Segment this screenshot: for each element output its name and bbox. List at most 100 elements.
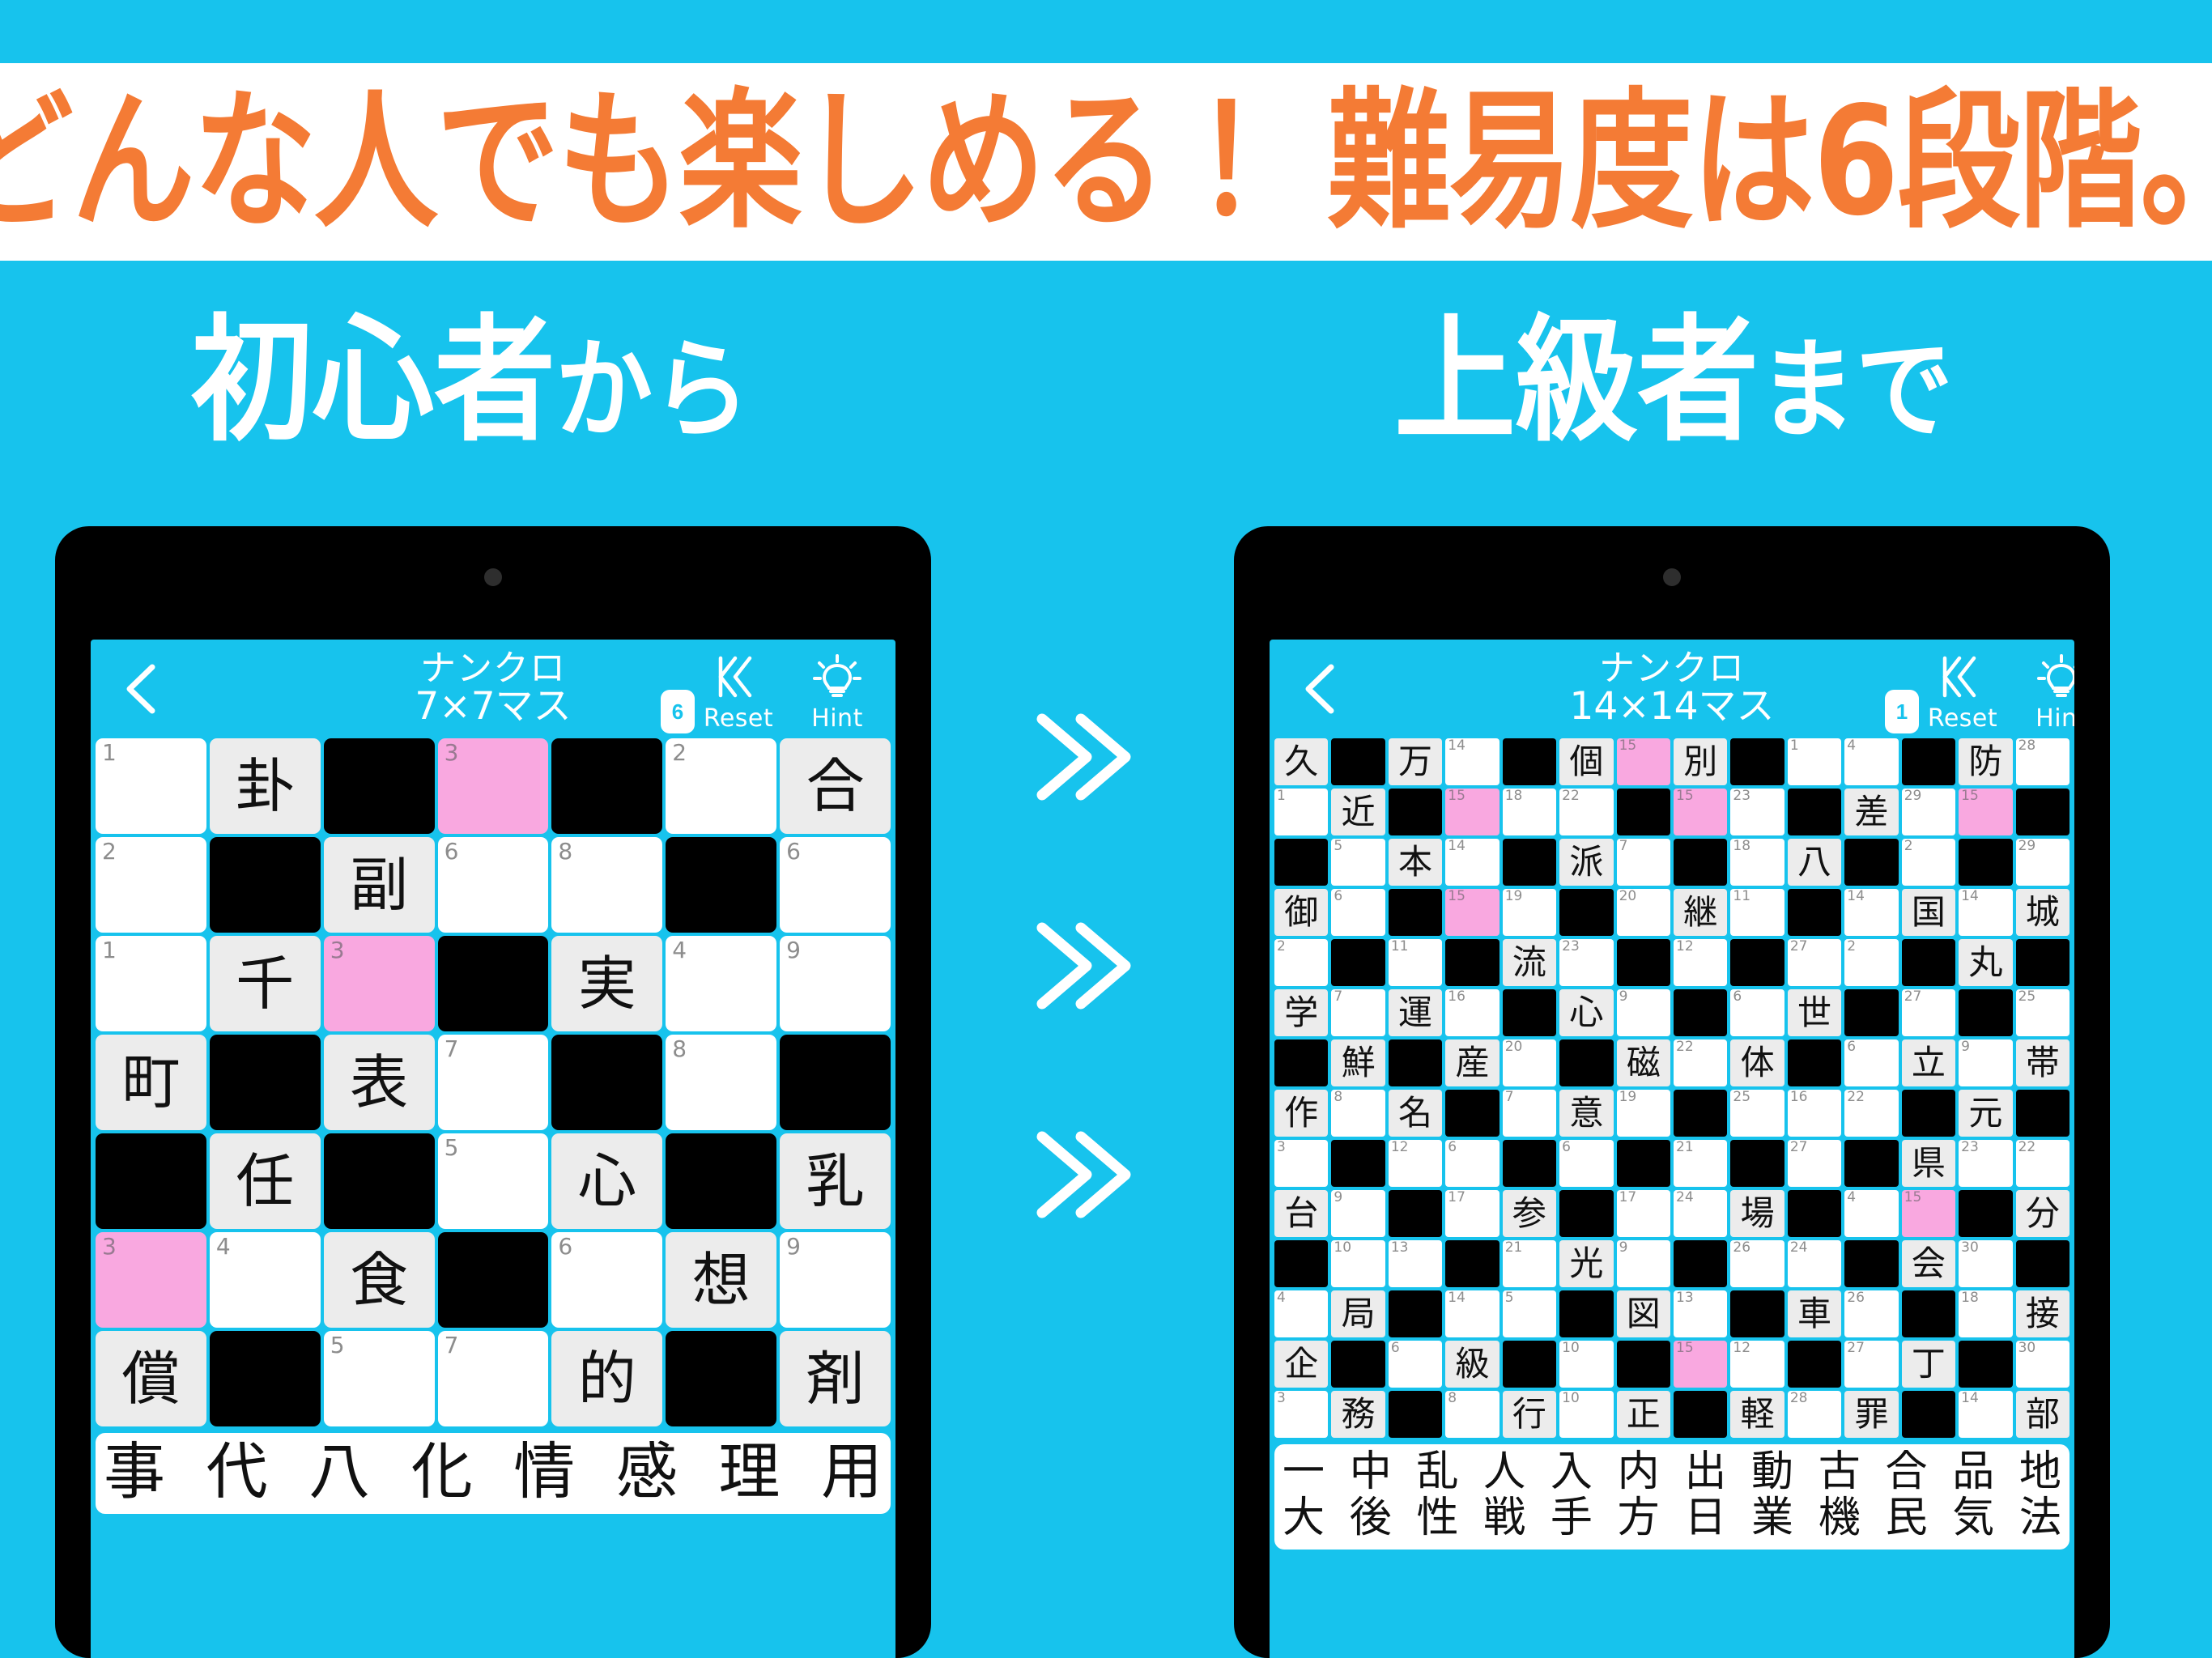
grid-cell-4-1[interactable]: 御 — [1274, 889, 1329, 936]
grid-cell-3-5[interactable]: 実 — [551, 936, 663, 1031]
grid-cell-1-1[interactable]: 1 — [96, 738, 206, 834]
word-bank-char[interactable]: 後 — [1350, 1494, 1392, 1541]
grid-cell-10-12[interactable]: 15 — [1901, 1190, 1956, 1237]
grid-cell-1-3[interactable]: 万 — [1388, 738, 1443, 785]
word-bank-char[interactable]: 民 — [1885, 1494, 1927, 1541]
grid-cell-2-9[interactable]: 23 — [1730, 789, 1784, 835]
grid-cell-9-1[interactable]: 3 — [1274, 1140, 1329, 1187]
grid-cell-6-12[interactable]: 27 — [1901, 989, 1956, 1036]
grid-cell-3-1[interactable]: 1 — [96, 936, 206, 1031]
grid-cell-3-2[interactable]: 千 — [209, 936, 321, 1031]
grid-cell-4-11[interactable]: 14 — [1844, 889, 1899, 936]
grid-cell-7-7[interactable]: 磁 — [1616, 1039, 1670, 1086]
grid-cell-7-14[interactable]: 帯 — [2015, 1039, 2069, 1086]
grid-cell-10-4[interactable]: 17 — [1445, 1190, 1499, 1237]
grid-cell-5-7[interactable]: 乳 — [780, 1133, 891, 1229]
grid-cell-10-5[interactable]: 参 — [1502, 1190, 1557, 1237]
grid-cell-12-8[interactable]: 13 — [1674, 1290, 1728, 1337]
grid-cell-6-9[interactable]: 6 — [1730, 989, 1784, 1036]
grid-cell-5-10[interactable]: 27 — [1787, 939, 1842, 986]
grid-cell-4-13[interactable]: 14 — [1959, 889, 2013, 936]
grid-cell-12-10[interactable]: 車 — [1787, 1290, 1842, 1337]
word-bank-char[interactable]: 出 — [1684, 1448, 1726, 1495]
grid-cell-8-1[interactable]: 作 — [1274, 1090, 1329, 1137]
grid-cell-3-7[interactable]: 9 — [780, 936, 891, 1031]
grid-cell-2-1[interactable]: 1 — [1274, 789, 1329, 835]
puzzle-grid-7x7[interactable]: 1 卦 3 2 合 2 副 6 8 6 1 千 3 実 4 9 町 表 7 8 任 5 心 乳 3 4 食 6 想 9 償 5 7 的 剤 — [96, 738, 891, 1426]
hint-button[interactable]: Hint — [789, 654, 886, 733]
grid-cell-7-4[interactable]: 7 — [437, 1331, 549, 1426]
grid-cell-14-11[interactable]: 罪 — [1844, 1391, 1899, 1438]
grid-cell-3-4[interactable]: 14 — [1445, 839, 1499, 886]
grid-cell-4-6[interactable]: 8 — [666, 1035, 777, 1130]
grid-cell-14-2[interactable]: 務 — [1331, 1391, 1385, 1438]
word-bank-char[interactable]: 機 — [1819, 1494, 1861, 1541]
grid-cell-5-2[interactable]: 任 — [209, 1133, 321, 1229]
grid-cell-7-4[interactable]: 産 — [1445, 1039, 1499, 1086]
word-bank-char[interactable]: 中 — [1350, 1448, 1392, 1495]
grid-cell-14-5[interactable]: 行 — [1502, 1391, 1557, 1438]
grid-cell-8-10[interactable]: 16 — [1787, 1090, 1842, 1137]
back-button[interactable] — [121, 662, 162, 716]
grid-cell-4-2[interactable]: 6 — [1331, 889, 1385, 936]
grid-cell-11-10[interactable]: 24 — [1787, 1240, 1842, 1287]
grid-cell-6-2[interactable]: 4 — [209, 1232, 321, 1328]
grid-cell-3-3[interactable]: 3 — [323, 936, 435, 1031]
grid-cell-2-8[interactable]: 15 — [1674, 789, 1728, 835]
grid-cell-6-3[interactable]: 運 — [1388, 989, 1443, 1036]
grid-cell-5-8[interactable]: 12 — [1674, 939, 1728, 986]
grid-cell-5-5[interactable]: 心 — [551, 1133, 663, 1229]
grid-cell-4-7[interactable]: 20 — [1616, 889, 1670, 936]
grid-cell-13-14[interactable]: 30 — [2015, 1341, 2069, 1388]
grid-cell-6-7[interactable]: 9 — [1616, 989, 1670, 1036]
grid-cell-8-9[interactable]: 25 — [1730, 1090, 1784, 1137]
grid-cell-3-14[interactable]: 29 — [2015, 839, 2069, 886]
grid-cell-1-7[interactable]: 合 — [780, 738, 891, 834]
grid-cell-1-6[interactable]: 個 — [1559, 738, 1614, 785]
grid-cell-7-11[interactable]: 6 — [1844, 1039, 1899, 1086]
grid-cell-10-7[interactable]: 17 — [1616, 1190, 1670, 1237]
grid-cell-7-7[interactable]: 剤 — [780, 1331, 891, 1426]
word-bank-char[interactable]: 内 — [1618, 1448, 1660, 1495]
word-bank-char[interactable]: 事 — [104, 1438, 165, 1506]
word-bank-char[interactable]: 化 — [411, 1438, 473, 1506]
grid-cell-5-5[interactable]: 流 — [1502, 939, 1557, 986]
grid-cell-13-3[interactable]: 6 — [1388, 1341, 1443, 1388]
grid-cell-12-5[interactable]: 5 — [1502, 1290, 1557, 1337]
grid-cell-4-4[interactable]: 15 — [1445, 889, 1499, 936]
grid-cell-10-11[interactable]: 4 — [1844, 1190, 1899, 1237]
grid-cell-1-14[interactable]: 28 — [2015, 738, 2069, 785]
grid-cell-7-5[interactable]: 的 — [551, 1331, 663, 1426]
grid-cell-10-1[interactable]: 台 — [1274, 1190, 1329, 1237]
grid-cell-7-8[interactable]: 22 — [1674, 1039, 1728, 1086]
grid-cell-3-7[interactable]: 7 — [1616, 839, 1670, 886]
grid-cell-6-4[interactable]: 16 — [1445, 989, 1499, 1036]
grid-cell-6-10[interactable]: 世 — [1787, 989, 1842, 1036]
grid-cell-3-6[interactable]: 派 — [1559, 839, 1614, 886]
grid-cell-9-13[interactable]: 23 — [1959, 1140, 2013, 1187]
grid-cell-3-10[interactable]: 八 — [1787, 839, 1842, 886]
grid-cell-8-6[interactable]: 意 — [1559, 1090, 1614, 1137]
word-bank-char[interactable]: 動 — [1751, 1448, 1793, 1495]
grid-cell-6-7[interactable]: 9 — [780, 1232, 891, 1328]
word-bank-char[interactable]: 大 — [1283, 1494, 1325, 1541]
grid-cell-14-1[interactable]: 3 — [1274, 1391, 1329, 1438]
grid-cell-12-1[interactable]: 4 — [1274, 1290, 1329, 1337]
grid-cell-4-9[interactable]: 11 — [1730, 889, 1784, 936]
grid-cell-12-4[interactable]: 14 — [1445, 1290, 1499, 1337]
grid-cell-3-6[interactable]: 4 — [666, 936, 777, 1031]
grid-cell-6-1[interactable]: 学 — [1274, 989, 1329, 1036]
grid-cell-2-5[interactable]: 8 — [551, 837, 663, 933]
grid-cell-9-4[interactable]: 6 — [1445, 1140, 1499, 1187]
grid-cell-9-10[interactable]: 27 — [1787, 1140, 1842, 1187]
reset-button[interactable]: Reset — [690, 654, 787, 733]
grid-cell-14-13[interactable]: 14 — [1959, 1391, 2013, 1438]
grid-cell-1-1[interactable]: 久 — [1274, 738, 1329, 785]
grid-cell-8-13[interactable]: 元 — [1959, 1090, 2013, 1137]
grid-cell-14-4[interactable]: 8 — [1445, 1391, 1499, 1438]
grid-cell-6-2[interactable]: 7 — [1331, 989, 1385, 1036]
grid-cell-9-6[interactable]: 6 — [1559, 1140, 1614, 1187]
grid-cell-2-1[interactable]: 2 — [96, 837, 206, 933]
grid-cell-9-3[interactable]: 12 — [1388, 1140, 1443, 1187]
word-bank-char[interactable]: 感 — [616, 1438, 678, 1506]
